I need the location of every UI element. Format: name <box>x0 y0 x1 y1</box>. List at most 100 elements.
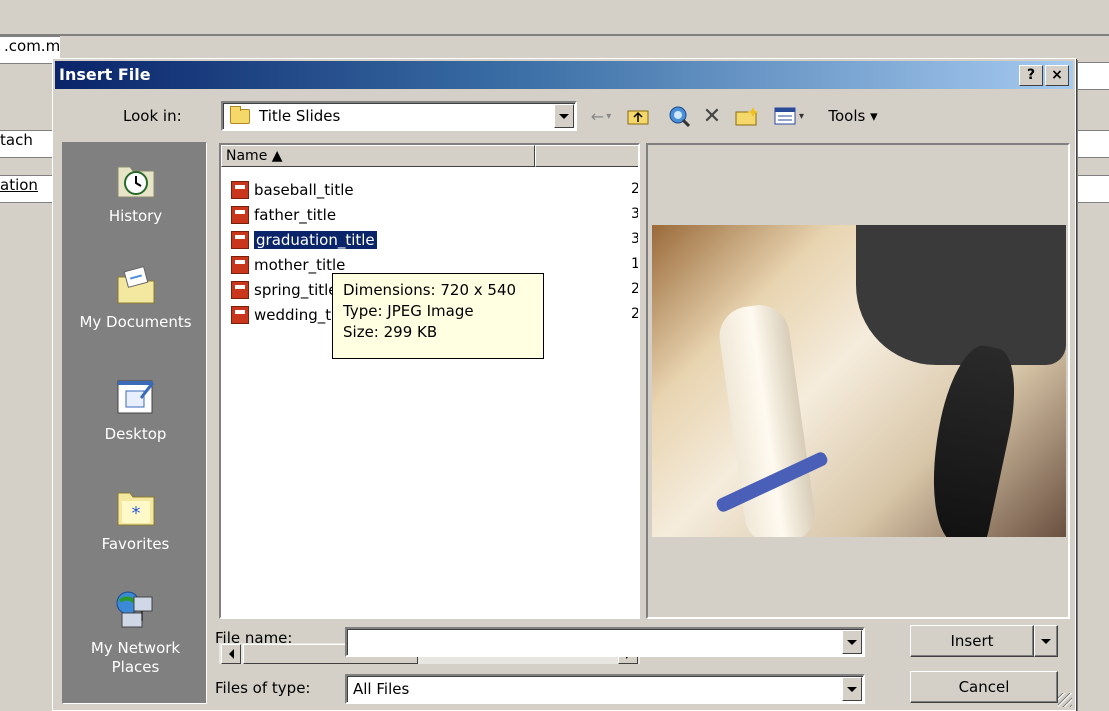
file-name: baseball_title <box>254 180 354 199</box>
look-in-label: Look in: <box>123 107 182 125</box>
file-size: 2 <box>631 181 640 197</box>
tooltip-dimensions: Dimensions: 720 x 540 <box>343 281 517 299</box>
resize-grip[interactable] <box>1058 693 1072 707</box>
files-of-type-value: All Files <box>353 680 410 698</box>
delete-button[interactable]: ✕ <box>697 103 727 129</box>
column-header-name[interactable]: Name ▲ <box>221 145 535 167</box>
background-field-right <box>1078 175 1109 203</box>
look-in-combo[interactable]: Title Slides <box>221 101 577 131</box>
file-row-baseball[interactable]: baseball_title <box>231 178 354 201</box>
file-row-spring[interactable]: spring_title <box>231 278 338 301</box>
file-row-mother[interactable]: mother_title <box>231 253 345 276</box>
file-name-input[interactable] <box>345 627 865 657</box>
powerpoint-file-icon <box>231 205 249 224</box>
background-toolbar <box>0 0 1109 36</box>
arrow-left-icon <box>228 649 234 659</box>
my-documents-icon <box>114 263 158 307</box>
file-info-tooltip: Dimensions: 720 x 540 Type: JPEG Image S… <box>332 273 544 359</box>
new-folder-icon <box>735 107 759 126</box>
new-folder-button[interactable] <box>731 103 763 129</box>
preview-image <box>652 225 1066 537</box>
look-in-dropdown-button[interactable] <box>554 104 574 128</box>
background-link-text[interactable]: ation <box>0 176 38 194</box>
help-button[interactable]: ? <box>1019 65 1043 86</box>
file-size: 1 <box>631 256 640 272</box>
preview-tassel <box>915 339 1027 537</box>
preview-pane <box>646 143 1070 619</box>
insert-file-dialog: Insert File ? × Look in: Title Slides ← ▾… <box>52 58 1076 711</box>
dialog-title: Insert File <box>59 65 151 84</box>
tooltip-size: Size: 299 KB <box>343 323 438 341</box>
file-size: 3 <box>631 206 640 222</box>
insert-options-button[interactable] <box>1034 625 1058 657</box>
search-web-icon <box>669 106 690 127</box>
files-of-type-select[interactable]: All Files <box>345 674 865 704</box>
up-folder-button[interactable] <box>623 103 653 129</box>
cancel-button-label: Cancel <box>958 678 1010 696</box>
file-name-label: File name: <box>215 629 293 647</box>
background-field-right <box>1078 130 1109 158</box>
views-button[interactable]: ▾ <box>767 103 811 129</box>
file-row-graduation[interactable]: graduation_title <box>231 228 378 251</box>
file-name: spring_title <box>254 280 338 299</box>
file-size: 2 <box>631 306 640 322</box>
preview-graduation-cap <box>856 225 1066 365</box>
chevron-down-icon <box>847 639 857 645</box>
chevron-down-icon <box>847 686 857 692</box>
place-network-label: My Network Places <box>90 639 181 676</box>
insert-button-label: Insert <box>950 632 994 650</box>
insert-button[interactable]: Insert <box>910 625 1034 657</box>
close-button[interactable]: × <box>1045 65 1069 86</box>
background-link-field[interactable]: ation <box>0 175 60 203</box>
file-name: mother_title <box>254 255 346 274</box>
powerpoint-file-icon <box>231 230 249 249</box>
place-network[interactable]: My Network Places <box>63 589 208 677</box>
chevron-down-icon <box>1041 639 1051 644</box>
history-icon <box>114 157 158 201</box>
chevron-down-icon: ▾ <box>606 110 612 122</box>
chevron-down-icon: ▾ <box>798 110 805 122</box>
place-history[interactable]: History <box>63 157 208 226</box>
scroll-left-button[interactable] <box>221 644 241 664</box>
network-places-icon <box>114 589 158 633</box>
delete-icon: ✕ <box>702 103 722 129</box>
favorites-icon: * <box>114 485 158 529</box>
look-in-value: Title Slides <box>259 107 341 125</box>
cancel-button[interactable]: Cancel <box>910 671 1058 703</box>
desktop-icon <box>114 375 158 419</box>
tools-menu[interactable]: Tools ▾ <box>817 103 889 129</box>
chevron-down-icon <box>559 113 569 119</box>
file-size: 2 <box>631 281 640 297</box>
place-favorites[interactable]: * Favorites <box>63 485 208 554</box>
views-icon <box>774 107 796 125</box>
column-header-size[interactable] <box>535 145 638 167</box>
powerpoint-file-icon <box>231 280 249 299</box>
place-history-label: History <box>108 207 163 225</box>
file-name-dropdown-button[interactable] <box>842 630 862 654</box>
back-button[interactable]: ← ▾ <box>583 103 619 129</box>
files-of-type-dropdown-button[interactable] <box>842 677 862 701</box>
files-of-type-label: Files of type: <box>215 679 311 697</box>
svg-text:*: * <box>131 503 140 524</box>
place-my-documents-label: My Documents <box>79 313 192 331</box>
powerpoint-file-icon <box>231 255 249 274</box>
place-desktop-label: Desktop <box>104 425 167 443</box>
file-list[interactable]: Name ▲ baseball_title 2 father_title 3 g… <box>219 143 640 619</box>
file-row-father[interactable]: father_title <box>231 203 336 226</box>
powerpoint-file-icon <box>231 305 249 324</box>
search-web-button[interactable] <box>663 103 695 129</box>
place-favorites-label: Favorites <box>101 535 170 553</box>
place-desktop[interactable]: Desktop <box>63 375 208 444</box>
dialog-title-bar[interactable]: Insert File ? × <box>55 61 1073 89</box>
folder-icon <box>230 106 250 124</box>
tooltip-type: Type: JPEG Image <box>343 302 474 320</box>
file-name: graduation_title <box>253 229 378 250</box>
file-name: father_title <box>254 205 337 224</box>
powerpoint-file-icon <box>231 180 249 199</box>
background-attach-field[interactable]: tach <box>0 130 60 158</box>
background-attach-text: tach <box>0 131 33 149</box>
places-bar: History My Documents Desktop * Favorites… <box>62 142 207 704</box>
place-my-documents[interactable]: My Documents <box>63 263 208 332</box>
file-size: 3 <box>631 231 640 247</box>
background-address-field[interactable]: .com.my: <box>0 36 60 64</box>
